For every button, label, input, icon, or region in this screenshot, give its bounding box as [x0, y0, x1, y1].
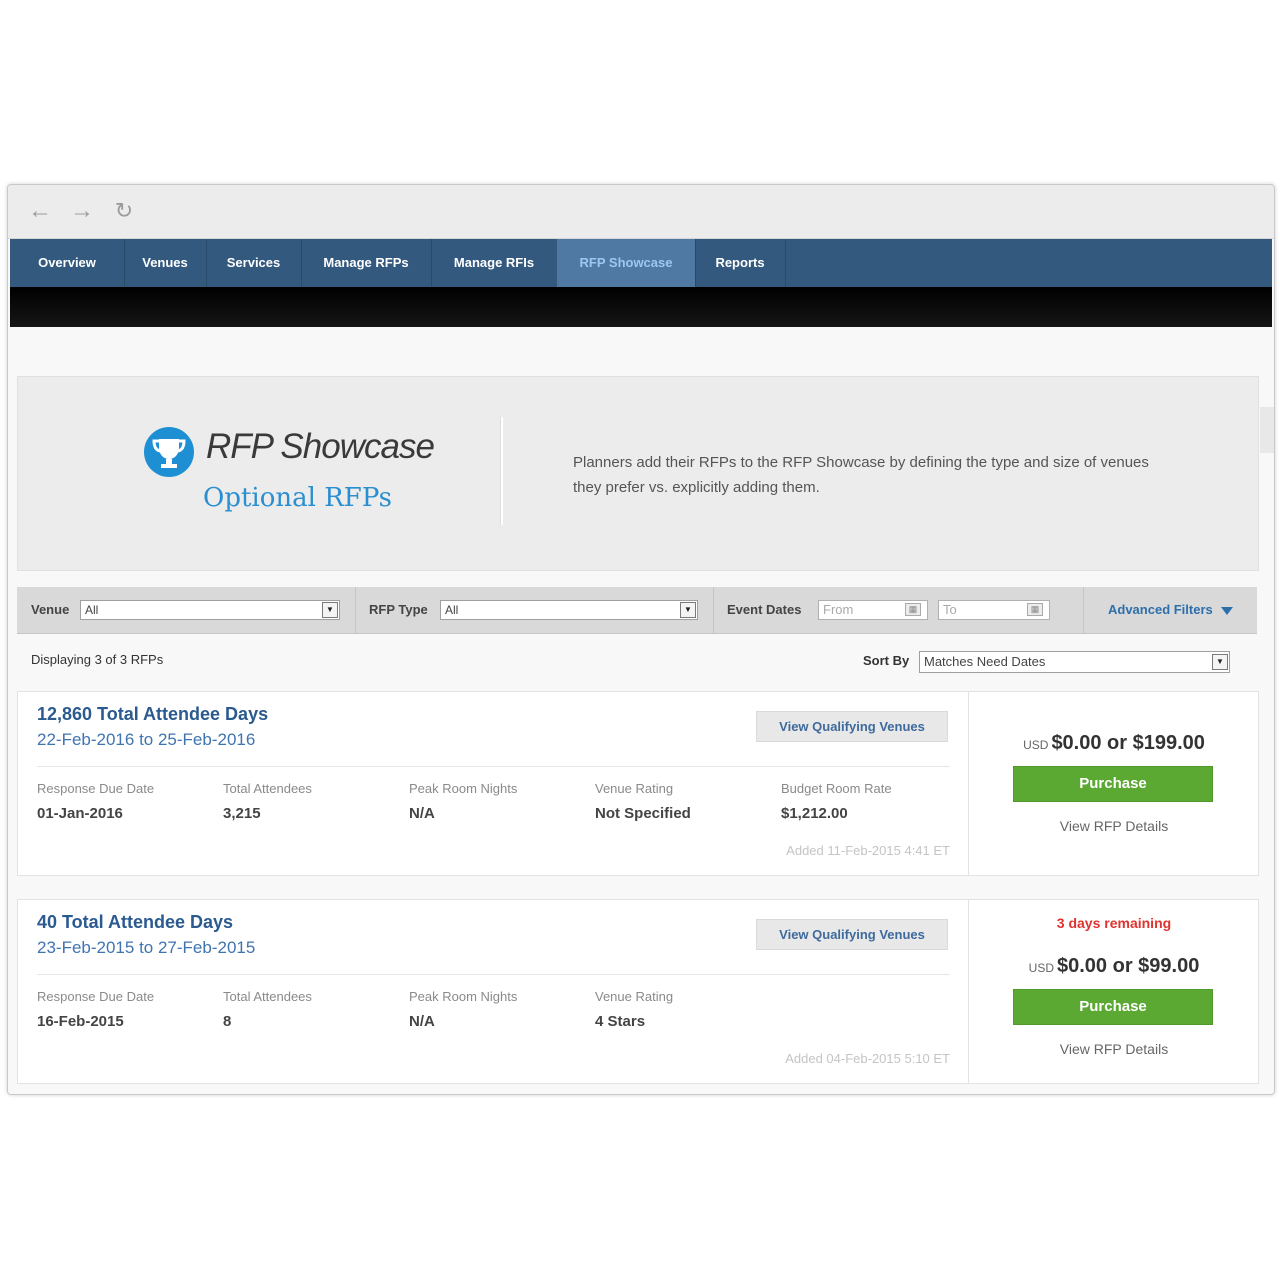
- total-attendees-label: Total Attendees: [223, 781, 312, 796]
- rfp-card: 40 Total Attendee Days 23-Feb-2015 to 27…: [17, 899, 1259, 1084]
- purchase-button[interactable]: Purchase: [1013, 766, 1213, 802]
- venue-select[interactable]: All ▼: [80, 600, 340, 620]
- rfp-card-pricing: 3 days remaining USD $0.00 or $99.00 Purc…: [968, 900, 1259, 1083]
- calendar-icon[interactable]: ▦: [1027, 603, 1043, 616]
- reload-icon[interactable]: ↻: [111, 196, 137, 226]
- dropdown-arrow-icon: ▼: [322, 602, 338, 618]
- view-rfp-details-link[interactable]: View RFP Details: [969, 818, 1259, 834]
- price: USD $0.00 or $199.00: [969, 732, 1259, 755]
- hero-side-tab: [1260, 407, 1274, 453]
- price-value: $0.00 or $99.00: [1057, 955, 1200, 977]
- showcase-hero: RFP Showcase Optional RFPs Planners add …: [17, 376, 1259, 571]
- sort-select[interactable]: Matches Need Dates ▼: [919, 651, 1230, 673]
- added-timestamp: Added 04-Feb-2015 5:10 ET: [785, 1051, 950, 1066]
- venue-filter-label: Venue: [31, 602, 70, 617]
- rfp-card-info: 12,860 Total Attendee Days 22-Feb-2016 t…: [18, 692, 968, 875]
- showcase-description: Planners add their RFPs to the RFP Showc…: [573, 454, 1149, 496]
- rfp-title[interactable]: 40 Total Attendee Days: [37, 912, 233, 933]
- view-rfp-details-link[interactable]: View RFP Details: [969, 1041, 1259, 1057]
- venue-select-value: All: [85, 603, 99, 617]
- view-qualifying-venues-button[interactable]: View Qualifying Venues: [756, 711, 948, 742]
- price: USD $0.00 or $99.00: [969, 955, 1259, 978]
- main-nav: Overview Venues Services Manage RFPs Man…: [10, 239, 1272, 289]
- venue-rating-value: Not Specified: [595, 805, 691, 822]
- filter-divider: [355, 587, 356, 633]
- rfp-type-filter-label: RFP Type: [369, 602, 428, 617]
- budget-room-rate-label: Budget Room Rate: [781, 781, 892, 796]
- currency-code: USD: [1028, 961, 1054, 975]
- results-count: Displaying 3 of 3 RFPs: [31, 652, 164, 667]
- advanced-filters-label: Advanced Filters: [1108, 602, 1213, 617]
- peak-room-nights-value: N/A: [409, 805, 435, 822]
- price-value: $0.00 or $199.00: [1051, 732, 1205, 754]
- tab-venues[interactable]: Venues: [124, 239, 207, 287]
- date-from-placeholder: From: [823, 602, 854, 617]
- rfp-dates: 23-Feb-2015 to 27-Feb-2015: [37, 938, 256, 957]
- rfp-card-pricing: USD $0.00 or $199.00 Purchase View RFP De…: [968, 692, 1259, 875]
- total-attendees-value: 8: [223, 1013, 232, 1030]
- response-due-value: 01-Jan-2016: [37, 805, 123, 822]
- rfp-card: 12,860 Total Attendee Days 22-Feb-2016 t…: [17, 691, 1259, 876]
- browser-toolbar: ← → ↻: [8, 185, 1274, 239]
- divider: [37, 974, 950, 975]
- hero-divider: [500, 417, 503, 525]
- rfp-title[interactable]: 12,860 Total Attendee Days: [37, 704, 268, 725]
- sort-select-value: Matches Need Dates: [924, 654, 1046, 669]
- tab-reports[interactable]: Reports: [695, 239, 786, 287]
- rfp-type-select-value: All: [445, 603, 459, 617]
- response-due-value: 16-Feb-2015: [37, 1013, 124, 1030]
- tab-overview[interactable]: Overview: [10, 239, 125, 287]
- showcase-subtitle: Optional RFPs: [203, 483, 392, 513]
- tab-rfp-showcase[interactable]: RFP Showcase: [557, 239, 696, 287]
- venue-rating-label: Venue Rating: [595, 989, 674, 1004]
- date-to-input[interactable]: To ▦: [938, 600, 1050, 620]
- peak-room-nights-label: Peak Room Nights: [409, 989, 518, 1004]
- days-remaining-badge: 3 days remaining: [1056, 915, 1172, 931]
- total-attendees-label: Total Attendees: [223, 989, 312, 1004]
- filter-divider: [713, 587, 714, 633]
- venue-rating-value: 4 Stars: [595, 1013, 646, 1030]
- filter-bar: Venue All ▼ RFP Type All ▼ Event Dates F…: [17, 587, 1257, 634]
- date-to-placeholder: To: [943, 602, 957, 617]
- purchase-button[interactable]: Purchase: [1013, 989, 1213, 1025]
- filter-divider: [1083, 587, 1084, 633]
- divider: [37, 766, 950, 767]
- tab-manage-rfis[interactable]: Manage RFIs: [431, 239, 558, 287]
- venue-rating-label: Venue Rating: [595, 781, 674, 796]
- sort-label: Sort By: [863, 653, 910, 668]
- advanced-filters-toggle[interactable]: Advanced Filters: [1108, 587, 1233, 633]
- calendar-icon[interactable]: ▦: [905, 603, 921, 616]
- date-from-input[interactable]: From ▦: [818, 600, 928, 620]
- response-due-label: Response Due Date: [37, 781, 155, 796]
- sub-header-bar: [10, 287, 1272, 327]
- response-due-label: Response Due Date: [37, 989, 155, 1004]
- rfp-dates: 22-Feb-2016 to 25-Feb-2016: [37, 730, 256, 749]
- dropdown-arrow-icon: ▼: [680, 602, 696, 618]
- view-qualifying-venues-button[interactable]: View Qualifying Venues: [756, 919, 948, 950]
- rfp-card-info: 40 Total Attendee Days 23-Feb-2015 to 27…: [18, 900, 968, 1083]
- peak-room-nights-value: N/A: [409, 1013, 435, 1030]
- added-timestamp: Added 11-Feb-2015 4:41 ET: [786, 843, 950, 858]
- forward-arrow-icon[interactable]: →: [69, 196, 95, 226]
- peak-room-nights-label: Peak Room Nights: [409, 781, 518, 796]
- showcase-title: RFP Showcase: [206, 427, 435, 466]
- dropdown-arrow-icon: ▼: [1212, 654, 1228, 670]
- back-arrow-icon[interactable]: ←: [27, 196, 53, 226]
- currency-code: USD: [1023, 738, 1049, 752]
- budget-room-rate-value: $1,212.00: [781, 805, 848, 822]
- browser-window: ← → ↻ Overview Venues Services Manage RF…: [7, 184, 1275, 1095]
- event-dates-label: Event Dates: [727, 602, 802, 617]
- rfp-type-select[interactable]: All ▼: [440, 600, 698, 620]
- chevron-down-icon: [1220, 606, 1233, 615]
- trophy-icon: [144, 427, 194, 477]
- tab-services[interactable]: Services: [206, 239, 302, 287]
- tab-manage-rfps[interactable]: Manage RFPs: [301, 239, 432, 287]
- total-attendees-value: 3,215: [223, 805, 261, 822]
